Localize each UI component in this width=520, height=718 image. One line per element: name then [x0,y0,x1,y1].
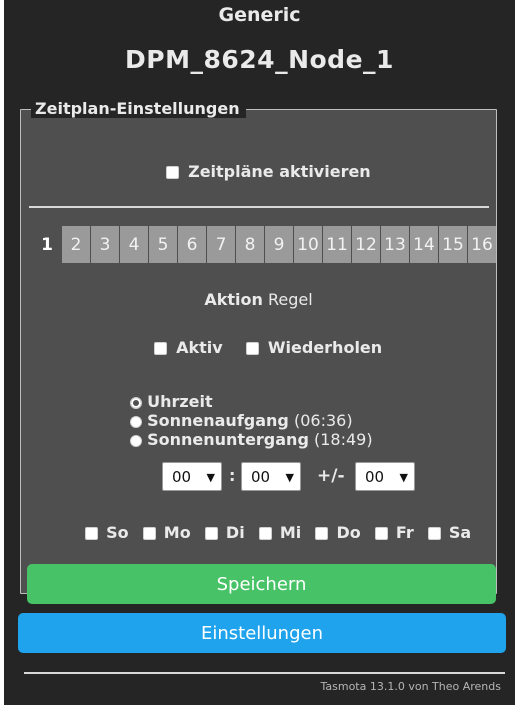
day-label-sa: Sa [448,523,472,542]
mode-time-option[interactable]: Uhrzeit [130,392,373,411]
offset-value: 00 [365,467,385,486]
page-frame: Generic DPM_8624_Node_1 Zeitplan-Einstel… [4,0,515,705]
day-label-do: Do [336,523,361,542]
mode-sunset-option[interactable]: Sonnenuntergang (18:49) [130,430,373,449]
settings-button[interactable]: Einstellungen [18,613,506,653]
chevron-down-icon: ▼ [399,471,408,484]
tab-schedule-8[interactable]: 8 [236,226,264,263]
mode-sunset-label: Sonnenuntergang [147,430,309,449]
footer-divider [24,672,505,674]
sunrise-time: (06:36) [293,411,353,430]
save-button[interactable]: Speichern [27,564,496,604]
tab-schedule-14[interactable]: 14 [410,226,438,263]
tab-schedule-4[interactable]: 4 [120,226,148,263]
minute-select[interactable]: 00 ▼ [241,462,301,491]
chevron-down-icon: ▼ [206,471,215,484]
schedule-fieldset: Zeitplan-Einstellungen Zeitpläne aktivie… [20,100,497,604]
day-checkbox-fr[interactable] [374,527,388,540]
mode-sunrise-label: Sonnenaufgang [147,411,289,430]
enable-schedules-label: Zeitpläne aktivieren [188,162,371,181]
tab-schedule-6[interactable]: 6 [178,226,206,263]
repeat-label: Wiederholen [267,338,383,357]
mode-sunrise-option[interactable]: Sonnenaufgang (06:36) [130,411,373,430]
active-checkbox[interactable] [154,342,167,355]
mode-options: Uhrzeit Sonnenaufgang (06:36) Sonnenunte… [130,392,373,449]
time-separator: : [229,466,236,485]
tab-schedule-3[interactable]: 3 [91,226,119,263]
module-title: Generic [218,4,301,26]
day-checkbox-sa[interactable] [427,527,441,540]
tab-schedule-15[interactable]: 15 [439,226,467,263]
tab-schedule-10[interactable]: 10 [294,226,322,263]
chevron-down-icon: ▼ [285,471,294,484]
hour-value: 00 [172,467,192,486]
schedule-legend: Zeitplan-Einstellungen [31,100,246,118]
day-label-so: So [106,523,129,542]
day-checkbox-di[interactable] [204,527,218,540]
tab-schedule-11[interactable]: 11 [323,226,351,263]
offset-select[interactable]: 00 ▼ [355,462,415,491]
repeat-checkbox[interactable] [245,342,259,355]
offset-label: +/- [317,466,345,486]
tab-schedule-7[interactable]: 7 [207,226,235,263]
sunset-time: (18:49) [314,430,373,449]
day-checkbox-so[interactable] [85,527,98,540]
day-checkbox-do[interactable] [315,527,329,540]
day-checkbox-mo[interactable] [142,527,156,540]
tab-schedule-16[interactable]: 16 [468,226,496,263]
day-label-fr: Fr [395,523,414,542]
hour-select[interactable]: 00 ▼ [162,462,222,491]
weekday-row: So Mo Di Mi Do Fr Sa [85,523,471,542]
day-label-mo: Mo [163,523,191,542]
mode-sunset-radio[interactable] [130,434,142,447]
tab-schedule-9[interactable]: 9 [265,226,293,263]
mode-time-radio[interactable] [130,396,142,409]
action-value: Regel [267,290,313,309]
minute-value: 00 [251,467,271,486]
tab-schedule-1[interactable]: 1 [33,226,61,263]
action-label: Aktion [204,290,263,309]
day-checkbox-mi[interactable] [258,527,272,540]
day-label-di: Di [225,523,245,542]
mode-sunrise-radio[interactable] [130,415,142,428]
mode-time-label: Uhrzeit [147,392,213,411]
tab-schedule-5[interactable]: 5 [149,226,177,263]
enable-schedules-row[interactable]: Zeitpläne aktivieren [166,162,371,181]
schedule-tabs: 1 2 3 4 5 6 7 8 9 10 11 12 13 14 15 16 [33,226,497,263]
tab-schedule-2[interactable]: 2 [62,226,90,263]
day-label-mi: Mi [279,523,302,542]
action-row: Aktion Regel [21,290,496,309]
active-label: Aktiv [176,338,223,357]
divider [29,206,489,208]
enable-schedules-checkbox[interactable] [166,166,179,179]
device-name: DPM_8624_Node_1 [125,45,394,74]
tab-schedule-12[interactable]: 12 [352,226,380,263]
active-repeat-row: Aktiv Wiederholen [154,338,382,357]
footer-version[interactable]: Tasmota 13.1.0 von Theo Arends [320,680,501,693]
tab-schedule-13[interactable]: 13 [381,226,409,263]
